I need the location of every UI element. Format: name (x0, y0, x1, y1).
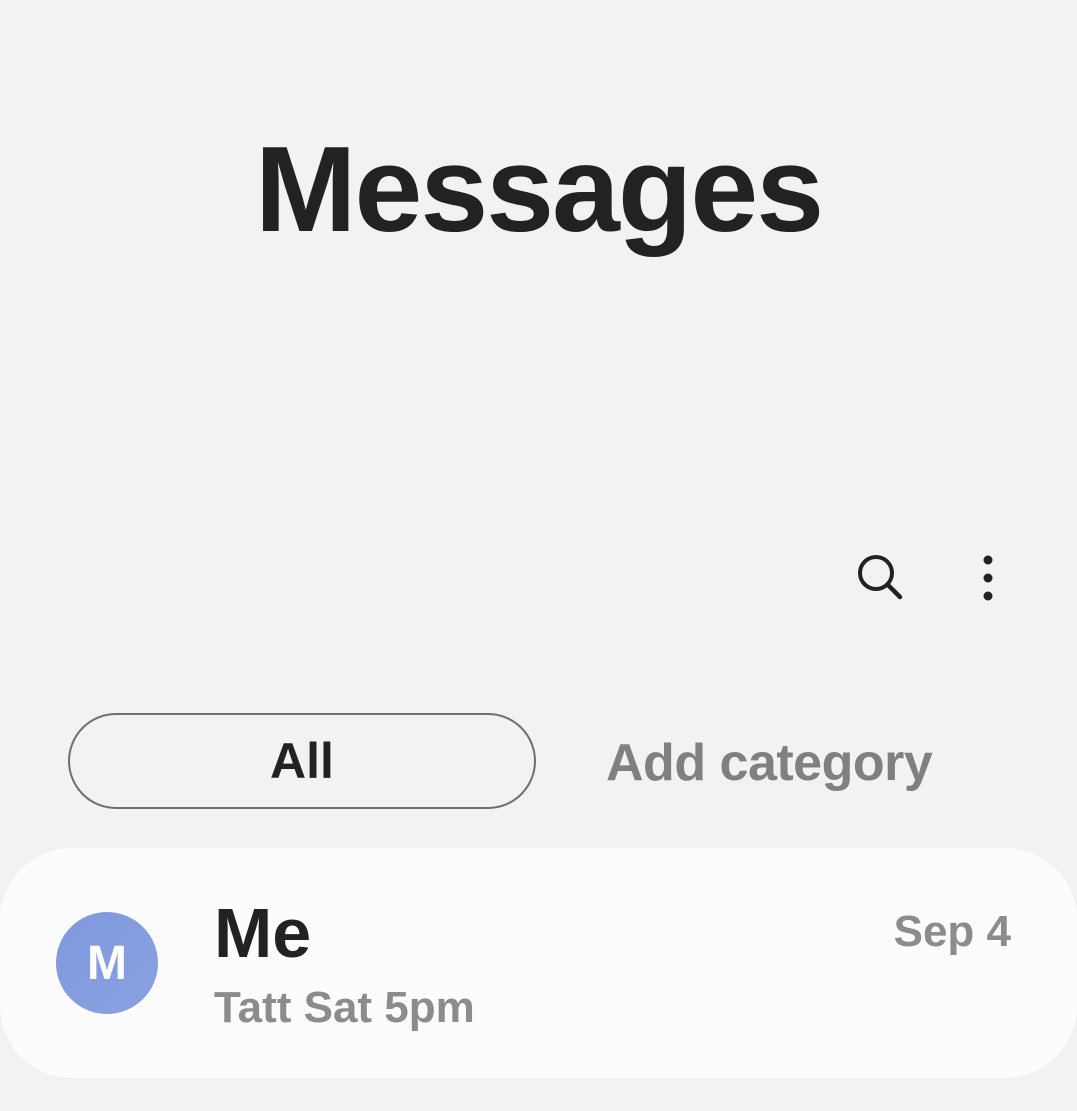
messages-screen: Messages All Add category M Me Tatt Sat … (0, 0, 1077, 1111)
contact-name: Me (214, 894, 312, 972)
add-category-button[interactable]: Add category (606, 713, 933, 813)
more-options-button[interactable] (962, 548, 1014, 608)
category-chip-all[interactable]: All (68, 713, 536, 809)
category-filter-bar: All Add category (68, 713, 1048, 813)
page-title: Messages (254, 121, 824, 257)
message-snippet: Tatt Sat 5pm (214, 983, 475, 1032)
more-vertical-icon (983, 555, 993, 601)
message-date: Sep 4 (893, 907, 1011, 956)
conversation-item[interactable]: M Me Tatt Sat 5pm Sep 4 (0, 848, 1077, 1078)
avatar[interactable]: M (56, 912, 158, 1014)
search-button[interactable] (848, 548, 912, 608)
search-icon (858, 555, 903, 600)
avatar-initial: M (87, 936, 127, 990)
